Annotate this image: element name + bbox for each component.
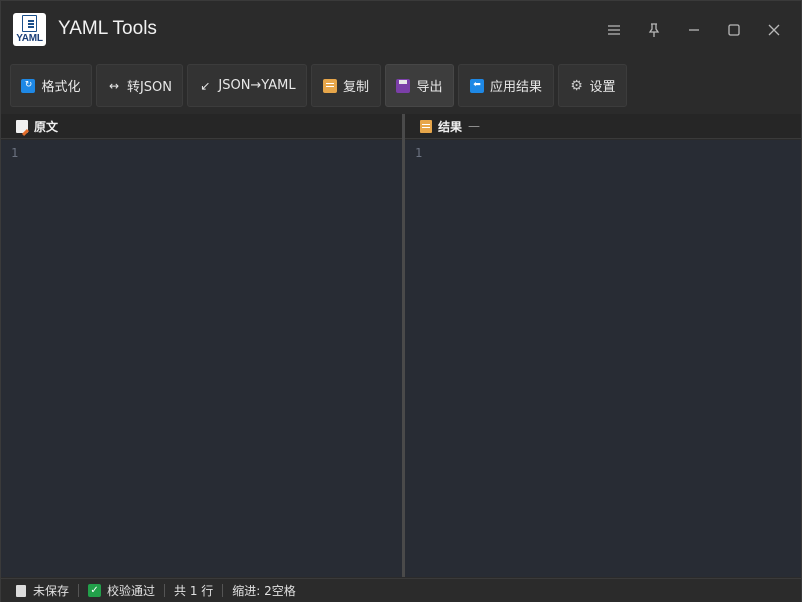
app-window: YAML YAML Tools ↻ 格式化 ↔ 转JSON ↙ JSON→YAM… xyxy=(0,0,802,602)
source-line-number: 1 xyxy=(11,146,19,160)
result-pane-title: 结果 xyxy=(438,119,463,134)
maximize-icon xyxy=(728,24,740,36)
line-count-text: 共 1 行 xyxy=(174,584,214,598)
check-icon: ✓ xyxy=(88,584,102,597)
status-divider xyxy=(78,584,80,597)
validation-status: ✓ 校验通过 xyxy=(88,582,155,599)
app-logo-text: YAML xyxy=(16,33,43,44)
clipboard-icon xyxy=(420,119,432,133)
app-logo-icon: YAML xyxy=(13,13,46,46)
json-to-yaml-button[interactable]: ↙ JSON→YAML xyxy=(187,64,307,107)
format-button[interactable]: ↻ 格式化 xyxy=(10,64,92,107)
save-status-text: 未保存 xyxy=(33,584,70,598)
hamburger-icon xyxy=(608,25,620,35)
result-pane-header: 结果 — xyxy=(405,114,801,139)
close-icon xyxy=(768,24,780,36)
edit-document-icon xyxy=(16,119,28,133)
indent-text: 缩进: 2空格 xyxy=(232,584,296,598)
copy-label: 复制 xyxy=(342,80,369,95)
app-title: YAML Tools xyxy=(58,18,157,39)
export-button[interactable]: 导出 xyxy=(385,64,454,107)
floppy-disk-icon xyxy=(396,78,411,93)
to-json-button[interactable]: ↔ 转JSON xyxy=(96,64,183,107)
arrow-left-icon: ⬅ xyxy=(469,78,484,93)
maximize-button[interactable] xyxy=(719,15,749,45)
json-to-yaml-label: JSON→YAML xyxy=(218,78,296,93)
minimize-icon xyxy=(689,29,699,31)
status-divider xyxy=(164,584,166,597)
apply-result-button[interactable]: ⬅ 应用结果 xyxy=(458,64,554,107)
arrow-down-left-icon: ↙ xyxy=(200,78,211,93)
clipboard-icon xyxy=(322,78,337,93)
source-pane-title: 原文 xyxy=(34,119,59,134)
settings-button[interactable]: ⚙ 设置 xyxy=(558,64,627,107)
pin-icon xyxy=(648,23,660,37)
toolbar: ↻ 格式化 ↔ 转JSON ↙ JSON→YAML 复制 导出 ⬅ 应用结果 ⚙… xyxy=(1,59,801,113)
menu-button[interactable] xyxy=(599,15,629,45)
apply-result-label: 应用结果 xyxy=(489,80,542,95)
indent-status: 缩进: 2空格 xyxy=(232,582,296,599)
pin-button[interactable] xyxy=(639,15,669,45)
settings-label: 设置 xyxy=(589,80,616,95)
result-pane-suffix: — xyxy=(468,119,481,133)
export-label: 导出 xyxy=(416,80,443,95)
status-bar: 未保存 ✓ 校验通过 共 1 行 缩进: 2空格 xyxy=(1,578,801,602)
document-icon xyxy=(16,584,26,597)
copy-button[interactable]: 复制 xyxy=(311,64,381,107)
status-divider xyxy=(222,584,224,597)
save-status: 未保存 xyxy=(16,582,69,599)
minimize-button[interactable] xyxy=(679,15,709,45)
result-editor[interactable]: 1 xyxy=(405,140,801,577)
validation-status-text: 校验通过 xyxy=(107,584,156,598)
result-line-number: 1 xyxy=(415,146,423,160)
title-bar[interactable]: YAML YAML Tools xyxy=(1,1,801,59)
close-button[interactable] xyxy=(759,15,789,45)
refresh-icon: ↻ xyxy=(21,78,36,93)
source-editor[interactable]: 1 xyxy=(1,140,402,577)
line-count-status: 共 1 行 xyxy=(174,582,213,599)
gear-icon: ⚙ xyxy=(570,77,583,94)
to-json-label: 转JSON xyxy=(126,80,173,95)
format-label: 格式化 xyxy=(41,80,81,95)
swap-arrows-icon: ↔ xyxy=(108,78,119,93)
source-pane-header: 原文 xyxy=(1,114,402,139)
